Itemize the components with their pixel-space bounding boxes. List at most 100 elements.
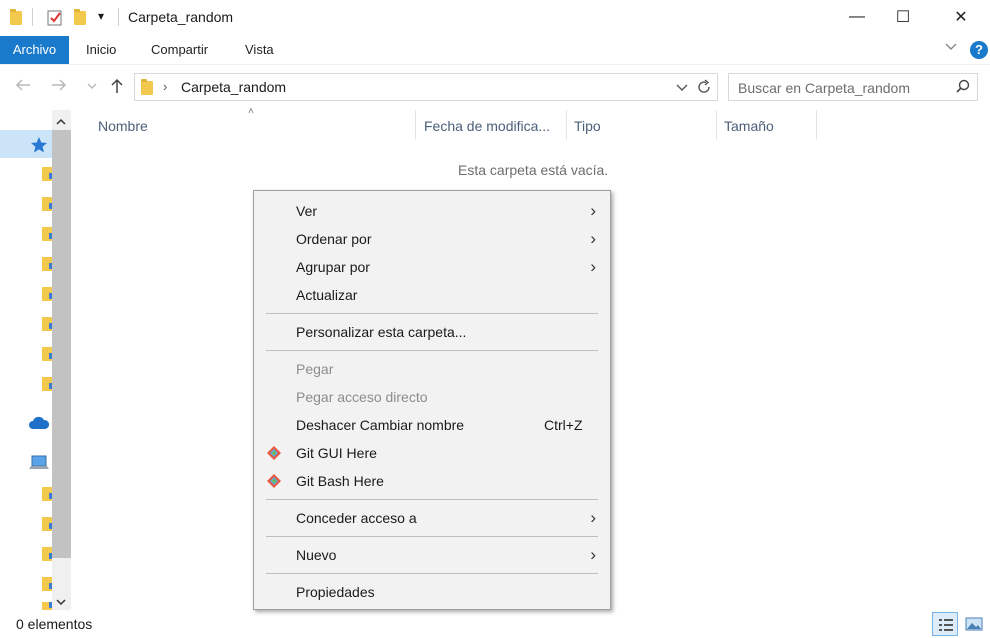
menu-item-propiedades[interactable]: Propiedades [254, 578, 610, 606]
nav-folder-icon[interactable] [42, 517, 52, 531]
menu-item-actualizar[interactable]: Actualizar [254, 281, 610, 309]
nav-folder-icon[interactable] [42, 227, 52, 241]
back-button[interactable] [14, 77, 32, 98]
column-divider[interactable] [415, 110, 416, 140]
breadcrumb[interactable]: Carpeta_random [181, 79, 286, 95]
nav-folder-icon[interactable] [42, 167, 52, 181]
nav-scrollbar-thumb[interactable] [52, 130, 71, 558]
menu-item-nuevo[interactable]: Nuevo › [254, 541, 610, 569]
shortcut-label: Ctrl+Z [544, 417, 583, 433]
nav-folder-icon[interactable] [42, 602, 52, 610]
customize-toolbar-icon[interactable]: ▾ [98, 9, 104, 23]
sort-indicator-icon: ˄ [248, 106, 254, 117]
tab-compartir[interactable]: Compartir [151, 36, 208, 64]
nav-folder-icon[interactable] [42, 317, 52, 331]
ribbon-tabs: Archivo Inicio Compartir Vista ? [0, 36, 990, 64]
onedrive-icon[interactable] [28, 416, 50, 430]
column-divider[interactable] [816, 110, 817, 140]
minimize-button[interactable]: — [834, 0, 880, 34]
empty-folder-message: Esta carpeta está vacía. [458, 162, 609, 178]
star-icon [31, 137, 47, 153]
submenu-arrow-icon: › [590, 508, 596, 527]
column-header-tamano[interactable]: Tamaño [724, 118, 774, 134]
menu-item-git-bash[interactable]: Git Bash Here [254, 467, 610, 495]
menu-separator [266, 350, 598, 351]
menu-item-label: Propiedades [296, 584, 375, 600]
search-input[interactable]: Buscar en Carpeta_random [728, 73, 978, 101]
scroll-up-icon[interactable] [55, 114, 67, 130]
navigation-pane [0, 110, 72, 610]
new-folder-icon[interactable] [74, 9, 86, 25]
column-header-tipo[interactable]: Tipo [574, 118, 601, 134]
menu-item-agrupar-por[interactable]: Agrupar por › [254, 253, 610, 281]
menu-item-label: Pegar [296, 361, 334, 377]
refresh-icon[interactable] [695, 78, 713, 99]
close-button[interactable]: ✕ [938, 0, 984, 34]
column-divider[interactable] [716, 110, 717, 140]
nav-folder-icon[interactable] [42, 547, 52, 561]
expand-ribbon-icon[interactable] [944, 40, 958, 57]
help-button[interactable]: ? [970, 41, 988, 59]
large-icons-view-button[interactable] [962, 612, 986, 636]
address-row: › Carpeta_random Buscar en Carpeta_rando… [0, 64, 990, 110]
menu-item-label: Ver [296, 203, 318, 219]
folder-icon [141, 79, 153, 95]
up-button[interactable] [108, 77, 126, 100]
forward-button[interactable] [50, 77, 68, 98]
breadcrumb-separator-icon[interactable]: › [163, 79, 167, 94]
tab-archivo[interactable]: Archivo [0, 36, 69, 64]
quick-access-item[interactable] [0, 130, 52, 158]
nav-folder-icon[interactable] [42, 257, 52, 271]
tab-inicio[interactable]: Inicio [86, 36, 116, 64]
properties-icon[interactable] [46, 9, 64, 27]
menu-separator [266, 536, 598, 537]
menu-separator [266, 313, 598, 314]
maximize-button[interactable]: ☐ [880, 0, 926, 34]
menu-item-label: Git GUI Here [296, 445, 377, 461]
details-view-button[interactable] [932, 612, 958, 636]
submenu-arrow-icon: › [590, 201, 596, 220]
menu-separator [266, 499, 598, 500]
scroll-down-icon[interactable] [55, 594, 67, 610]
search-icon[interactable] [955, 79, 971, 98]
recent-locations-icon[interactable] [86, 79, 98, 97]
this-pc-icon[interactable] [28, 454, 50, 472]
title-bar: ▾ Carpeta_random — ☐ ✕ [0, 0, 990, 36]
menu-separator [266, 573, 598, 574]
nav-folder-icon[interactable] [42, 487, 52, 501]
menu-item-label: Deshacer Cambiar nombre [296, 417, 465, 433]
menu-item-label: Agrupar por [296, 259, 370, 275]
menu-item-git-gui[interactable]: Git GUI Here [254, 439, 610, 467]
menu-item-label: Conceder acceso a [296, 510, 417, 526]
column-header-fecha[interactable]: Fecha de modifica... [424, 118, 550, 134]
menu-item-personalizar[interactable]: Personalizar esta carpeta... [254, 318, 610, 346]
menu-item-ver[interactable]: Ver › [254, 197, 610, 225]
nav-folder-icon[interactable] [42, 577, 52, 591]
git-icon [267, 474, 281, 488]
nav-folder-icon[interactable] [42, 347, 52, 361]
details-view-icon [939, 619, 953, 631]
divider [32, 8, 33, 26]
folder-icon [10, 9, 22, 25]
thumbnail-view-icon [965, 617, 983, 631]
git-icon [267, 446, 281, 460]
address-bar[interactable]: › Carpeta_random [134, 73, 718, 101]
submenu-arrow-icon: › [590, 229, 596, 248]
context-menu: Ver › Ordenar por › Agrupar por › Actual… [253, 190, 611, 610]
menu-item-conceder-acceso[interactable]: Conceder acceso a › [254, 504, 610, 532]
address-dropdown-icon[interactable] [675, 80, 689, 97]
column-divider[interactable] [566, 110, 567, 140]
window-title: Carpeta_random [128, 9, 234, 25]
nav-folder-icon[interactable] [42, 287, 52, 301]
menu-item-ordenar-por[interactable]: Ordenar por › [254, 225, 610, 253]
menu-item-label: Git Bash Here [296, 473, 384, 489]
submenu-arrow-icon: › [590, 545, 596, 564]
submenu-arrow-icon: › [590, 257, 596, 276]
column-header-nombre[interactable]: Nombre [98, 118, 148, 134]
tab-vista[interactable]: Vista [245, 36, 274, 64]
item-count: 0 elementos [16, 616, 93, 632]
menu-item-deshacer[interactable]: Deshacer Cambiar nombre Ctrl+Z [254, 411, 610, 439]
nav-folder-icon[interactable] [42, 377, 52, 391]
menu-item-label: Pegar acceso directo [296, 389, 428, 405]
nav-folder-icon[interactable] [42, 197, 52, 211]
